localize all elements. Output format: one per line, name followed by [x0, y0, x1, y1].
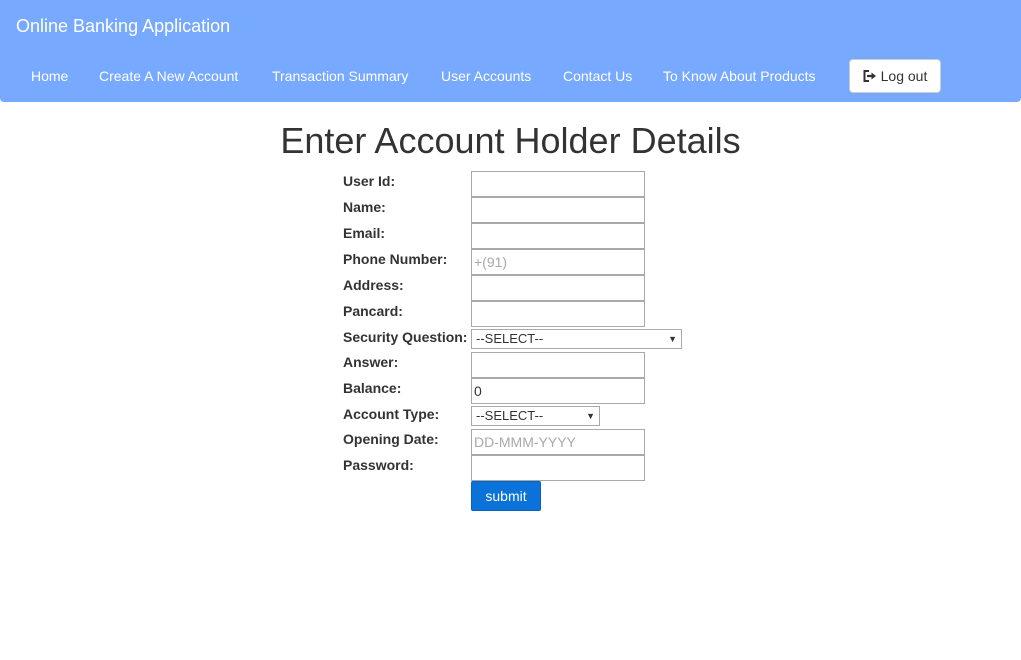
logout-button[interactable]: Log out [849, 59, 941, 93]
password-input[interactable] [471, 455, 645, 481]
pancard-input[interactable] [471, 301, 645, 327]
nav-item-products[interactable]: To Know About Products [663, 64, 816, 88]
account-type-select[interactable]: --SELECT-- ▼ [471, 406, 600, 426]
security-question-select[interactable]: --SELECT-- ▼ [471, 329, 682, 349]
page-title: Enter Account Holder Details [280, 120, 741, 161]
top-navbar: Online Banking Application Home Create A… [0, 0, 1021, 102]
user-id-label: User Id: [343, 173, 396, 189]
account-type-selected: --SELECT-- [476, 408, 544, 423]
submit-button[interactable]: submit [471, 481, 541, 511]
dropdown-arrow-icon: ▼ [668, 334, 677, 344]
email-input[interactable] [471, 223, 645, 249]
logout-icon [863, 70, 877, 82]
nav-item-transaction-summary[interactable]: Transaction Summary [272, 64, 408, 88]
answer-label: Answer: [343, 354, 399, 370]
opening-date-input[interactable] [471, 429, 645, 455]
name-label: Name: [343, 199, 386, 215]
brand-title[interactable]: Online Banking Application [16, 15, 230, 37]
pancard-label: Pancard: [343, 303, 403, 319]
security-question-label: Security Question: [343, 329, 468, 345]
email-label: Email: [343, 225, 386, 241]
nav-item-user-accounts[interactable]: User Accounts [441, 64, 531, 88]
balance-label: Balance: [343, 380, 402, 396]
answer-input[interactable] [471, 352, 645, 378]
opening-date-label: Opening Date: [343, 431, 439, 447]
balance-input[interactable] [471, 378, 645, 404]
dropdown-arrow-icon: ▼ [586, 411, 595, 421]
address-input[interactable] [471, 275, 645, 301]
account-type-label: Account Type: [343, 406, 440, 422]
phone-label: Phone Number: [343, 251, 448, 267]
logout-label: Log out [880, 68, 928, 84]
security-question-selected: --SELECT-- [476, 331, 544, 346]
phone-input[interactable] [471, 249, 645, 275]
nav-item-home[interactable]: Home [31, 64, 68, 88]
name-input[interactable] [471, 197, 645, 223]
user-id-input[interactable] [471, 171, 645, 197]
password-label: Password: [343, 457, 414, 473]
nav-item-contact-us[interactable]: Contact Us [563, 64, 632, 88]
nav-item-create-account[interactable]: Create A New Account [99, 64, 238, 88]
address-label: Address: [343, 277, 404, 293]
